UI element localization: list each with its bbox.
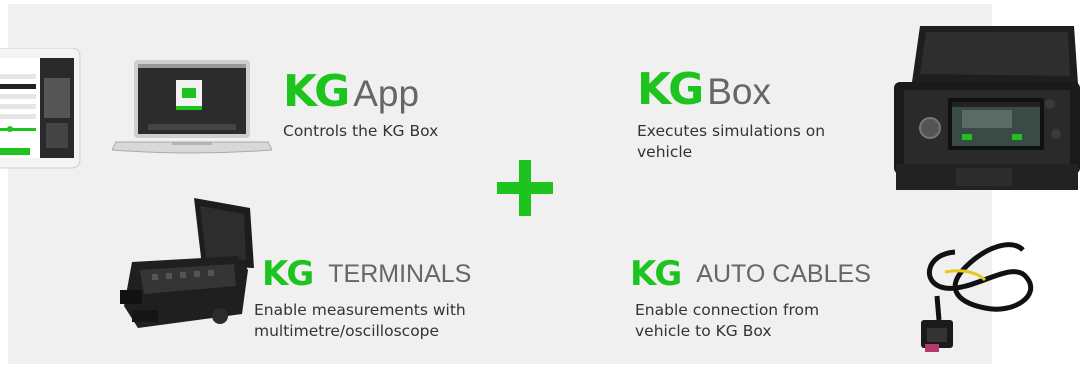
auto-cable-image [921, 242, 1034, 352]
kg-logo: KG [630, 254, 682, 294]
phone-image [0, 48, 81, 169]
kg-logo: KG [262, 254, 314, 294]
kg-app-block: KG App Controls the KG Box [283, 66, 438, 142]
product-name: Box [707, 71, 771, 112]
kg-terminals-block: KG TERMINALS Enable measurements with mu… [254, 254, 471, 342]
kg-auto-cables-block: KG AUTO CABLES Enable connection from ve… [630, 254, 871, 342]
kg-app-description: Controls the KG Box [283, 122, 439, 140]
description-line: vehicle [637, 143, 693, 161]
description-line: Enable measurements with [254, 301, 466, 319]
description-line: Enable connection from [635, 301, 820, 319]
kg-auto-cables-description: Enable connection from vehicle to KG Box [635, 300, 871, 342]
kg-auto-cables-title: KG AUTO CABLES [630, 254, 871, 294]
laptop-image [112, 60, 272, 154]
kg-box-description: Executes simulations on vehicle [637, 121, 825, 163]
kg-box-image [894, 26, 1080, 190]
kg-logo: KG [283, 66, 350, 117]
kg-terminals-description: Enable measurements with multimetre/osci… [254, 300, 471, 342]
plus-icon [497, 160, 553, 216]
description-line: multimetre/oscilloscope [254, 322, 440, 340]
product-name: AUTO CABLES [696, 259, 871, 288]
product-name: TERMINALS [328, 259, 472, 288]
description-line: Executes simulations on [637, 122, 826, 140]
kg-app-title: KG App [283, 66, 438, 117]
terminals-case-image [120, 198, 254, 328]
kg-box-block: KG Box Executes simulations on vehicle [637, 64, 825, 163]
product-name: App [353, 73, 420, 114]
kg-terminals-title: KG TERMINALS [262, 254, 471, 294]
description-line: vehicle to KG Box [635, 322, 772, 340]
kg-box-title: KG Box [637, 64, 825, 115]
kg-logo: KG [637, 64, 704, 115]
